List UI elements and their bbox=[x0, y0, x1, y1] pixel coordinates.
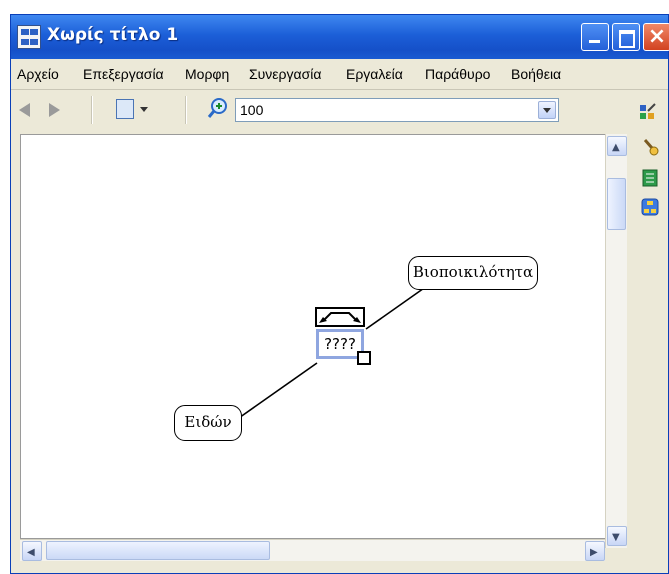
horizontal-scroll-thumb[interactable] bbox=[46, 541, 270, 560]
scroll-left-button[interactable]: ◀ bbox=[22, 541, 42, 561]
connection-arrows-icon bbox=[319, 312, 361, 323]
close-icon: × bbox=[647, 24, 667, 49]
menu-help[interactable]: Βοήθεια bbox=[511, 66, 561, 82]
concept-node-biodiversity[interactable]: Βιοποικιλότητα bbox=[408, 256, 538, 290]
window-title: Χωρίς τίτλο 1 bbox=[47, 25, 179, 45]
close-button[interactable]: × bbox=[643, 23, 669, 51]
brush-icon[interactable] bbox=[641, 138, 659, 156]
menu-file[interactable]: Αρχείο bbox=[17, 66, 59, 82]
chevron-down-icon[interactable] bbox=[140, 107, 148, 112]
vertical-scrollbar[interactable]: ▲ ▼ bbox=[605, 134, 627, 548]
zoom-dropdown-button[interactable] bbox=[538, 101, 556, 119]
app-window: Χωρίς τίτλο 1 × Αρχείο Επεξεργασία Μορφη… bbox=[10, 14, 669, 574]
vertical-scroll-thumb[interactable] bbox=[607, 178, 626, 230]
toolbar-separator bbox=[91, 96, 93, 124]
zoom-level-input[interactable]: 100 bbox=[235, 98, 559, 122]
concept-node-species[interactable]: Ειδών bbox=[174, 405, 242, 441]
menu-tools[interactable]: Εργαλεία bbox=[346, 66, 403, 82]
maximize-icon bbox=[619, 30, 635, 48]
scroll-up-button[interactable]: ▲ bbox=[607, 136, 627, 156]
minimize-icon bbox=[589, 40, 600, 43]
toolbar-separator bbox=[185, 96, 187, 124]
link-line-lower[interactable] bbox=[235, 362, 318, 421]
zoom-in-icon[interactable] bbox=[207, 97, 229, 119]
zoom-value: 100 bbox=[240, 102, 264, 118]
concept-map-icon[interactable] bbox=[641, 198, 659, 216]
menu-bar: Αρχείο Επεξεργασία Μορφη Συνεργασία Εργα… bbox=[11, 59, 668, 90]
menu-window[interactable]: Παράθυρο bbox=[425, 66, 490, 82]
arrow-right-icon[interactable] bbox=[49, 103, 60, 117]
menu-format[interactable]: Μορφη bbox=[185, 66, 229, 82]
arrow-left-icon[interactable] bbox=[19, 103, 30, 117]
connection-handle[interactable] bbox=[315, 307, 365, 327]
title-bar[interactable]: Χωρίς τίτλο 1 × bbox=[11, 15, 669, 59]
view-options-icon[interactable] bbox=[116, 99, 134, 119]
maximize-button[interactable] bbox=[612, 23, 640, 51]
styles-icon[interactable] bbox=[639, 103, 657, 121]
scroll-right-button[interactable]: ▶ bbox=[585, 541, 605, 561]
menu-collaboration[interactable]: Συνεργασία bbox=[249, 66, 321, 82]
resize-handle-icon[interactable] bbox=[357, 351, 371, 365]
toolbar: 100 bbox=[11, 90, 668, 130]
minimize-button[interactable] bbox=[581, 23, 609, 51]
notes-icon[interactable] bbox=[641, 169, 659, 187]
app-icon bbox=[17, 25, 41, 49]
horizontal-scrollbar[interactable]: ◀ ▶ bbox=[20, 539, 605, 561]
scroll-down-button[interactable]: ▼ bbox=[607, 526, 627, 546]
menu-edit[interactable]: Επεξεργασία bbox=[83, 66, 164, 82]
concept-map-canvas[interactable]: Βιοποικιλότητα ???? Ειδών bbox=[20, 134, 615, 539]
link-line-upper[interactable] bbox=[365, 285, 428, 330]
